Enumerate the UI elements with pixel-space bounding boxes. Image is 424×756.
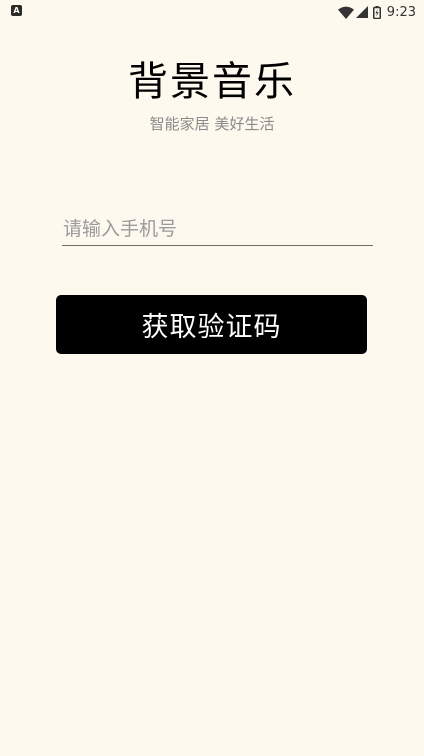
battery-icon xyxy=(372,5,381,19)
status-icons: 9:23 xyxy=(337,3,416,21)
app-subtitle: 智能家居 美好生活 xyxy=(149,115,275,133)
status-bar: A 9:23 xyxy=(0,0,424,24)
get-verification-code-button[interactable]: 获取验证码 xyxy=(56,295,367,354)
status-time: 9:23 xyxy=(386,4,416,20)
wifi-icon xyxy=(337,6,354,19)
app-title: 背景音乐 xyxy=(128,59,296,105)
signal-icon xyxy=(355,6,368,18)
phone-number-input[interactable] xyxy=(62,212,373,246)
notification-app-icon: A xyxy=(11,5,22,16)
